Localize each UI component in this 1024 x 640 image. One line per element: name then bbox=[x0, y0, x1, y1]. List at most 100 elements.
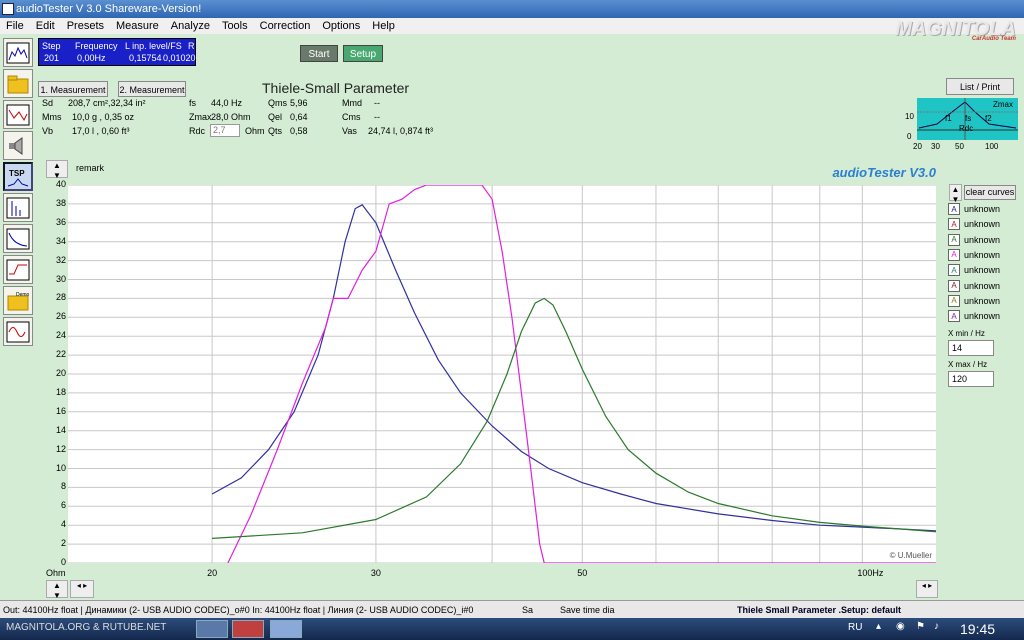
decay-curve-icon bbox=[6, 228, 30, 249]
curve-tool-button[interactable] bbox=[3, 224, 33, 253]
status-setup: Thiele Small Parameter .Setup: default bbox=[737, 605, 902, 615]
menu-help[interactable]: Help bbox=[366, 18, 401, 34]
mini-f1-label: f1 bbox=[945, 114, 952, 123]
spin-updown[interactable]: ▲ ▼ bbox=[46, 160, 68, 180]
vb-value: 17,0 l , 0,60 ft³ bbox=[72, 126, 130, 136]
menu-analyze[interactable]: Analyze bbox=[165, 18, 216, 34]
legend-item[interactable]: Aunknown bbox=[948, 310, 1001, 323]
taskbar-app-2[interactable] bbox=[232, 620, 264, 638]
list-print-button[interactable]: List / Print bbox=[946, 78, 1014, 95]
x-scroll-left-right[interactable]: ◂ ▸ bbox=[70, 580, 94, 598]
speaker-tool-button[interactable] bbox=[3, 131, 33, 160]
taskbar-app-audiotester[interactable] bbox=[270, 620, 302, 638]
menu-edit[interactable]: Edit bbox=[30, 18, 61, 34]
app-chart-title: audioTester V3.0 bbox=[832, 165, 936, 180]
taskbar: MAGNITOLA.ORG & RUTUBE.NET RU ▴ ◉ ⚑ ♪ 19… bbox=[0, 618, 1024, 640]
status-bar: Out: 44100Hz float | Динамики (2- USB AU… bbox=[0, 600, 1024, 618]
xmax-label: X max / Hz bbox=[948, 360, 988, 369]
y-tick-label: 6 bbox=[60, 500, 66, 511]
measurement-2-button[interactable]: 2. Measurement bbox=[118, 81, 186, 97]
legend-item[interactable]: Aunknown bbox=[948, 294, 1001, 307]
rdc-label: Rdc bbox=[189, 126, 206, 136]
legend-label: unknown bbox=[964, 219, 1001, 230]
legend-label: unknown bbox=[964, 311, 1001, 322]
menu-measure[interactable]: Measure bbox=[110, 18, 165, 34]
sine-tool-button[interactable] bbox=[3, 317, 33, 346]
tray-flag-icon[interactable]: ⚑ bbox=[916, 621, 925, 632]
impedance-chart-svg bbox=[68, 184, 937, 564]
y-tick-label: 18 bbox=[55, 386, 66, 397]
mini-graph-plot: Zmax f1 fs f2 Rdc bbox=[917, 98, 1018, 140]
mini-y0: 0 bbox=[907, 132, 912, 141]
y-tick-label: 38 bbox=[55, 197, 66, 208]
response-tool-button[interactable] bbox=[3, 100, 33, 129]
xmin-input[interactable]: 14 bbox=[948, 340, 994, 356]
y-tick-label: 22 bbox=[55, 349, 66, 360]
cms-value: -- bbox=[374, 112, 380, 122]
spectrum-icon bbox=[6, 42, 30, 63]
legend-item[interactable]: Aunknown bbox=[948, 248, 1000, 261]
menu-tools[interactable]: Tools bbox=[216, 18, 254, 34]
measurement-1-button[interactable]: 1. Measurement bbox=[38, 81, 108, 97]
menu-file[interactable]: File bbox=[0, 18, 30, 34]
curve-color-swatch[interactable]: A bbox=[948, 218, 960, 231]
x-tick-label: 20 bbox=[207, 568, 218, 578]
demo-tool-button[interactable]: Demo bbox=[3, 286, 33, 315]
tsp-tool-button[interactable]: TSP bbox=[3, 162, 33, 191]
legend-item[interactable]: Aunknown bbox=[948, 279, 1000, 292]
window-title: audioTester V 3.0 Shareware-Version! bbox=[16, 3, 202, 15]
filter-tool-button[interactable] bbox=[3, 255, 33, 284]
curves-spin[interactable]: ▲ ▼ bbox=[949, 184, 962, 204]
menu-correction[interactable]: Correction bbox=[254, 18, 317, 34]
fs-value: 44,0 Hz bbox=[211, 98, 243, 108]
level-value: 0,15754 bbox=[129, 53, 162, 63]
tray-arrow-icon[interactable]: ▴ bbox=[876, 621, 881, 632]
impedance-mini-graph: Zmax f1 fs f2 Rdc 10 0 20 30 50 100 bbox=[905, 98, 1018, 154]
sine-wave-icon bbox=[6, 321, 30, 342]
legend-item[interactable]: Aunknown bbox=[948, 233, 1001, 246]
zmax-value: 28,0 Ohm bbox=[211, 112, 251, 122]
curve-color-swatch[interactable]: A bbox=[948, 310, 960, 323]
xmax-input[interactable]: 120 bbox=[948, 371, 994, 387]
legend-item[interactable]: Aunknown bbox=[948, 218, 1001, 231]
tsp-icon: TSP bbox=[7, 169, 29, 186]
language-indicator[interactable]: RU bbox=[848, 622, 862, 633]
tray-network-icon[interactable]: ◉ bbox=[896, 621, 905, 632]
rdc-input[interactable]: 2,7 bbox=[210, 124, 240, 137]
impulse-tool-button[interactable] bbox=[3, 193, 33, 222]
curve-color-swatch[interactable]: A bbox=[948, 264, 960, 277]
legend-label: unknown bbox=[964, 234, 1001, 245]
curve-color-swatch[interactable]: A bbox=[948, 203, 960, 215]
taskbar-app-1[interactable] bbox=[196, 620, 228, 638]
title-bar: audioTester V 3.0 Shareware-Version! bbox=[0, 0, 1024, 18]
tsp-title: Thiele-Small Parameter bbox=[262, 80, 410, 96]
clock[interactable]: 19:45 bbox=[960, 621, 995, 637]
y-tick-label: 20 bbox=[55, 368, 66, 378]
y-tick-label: 26 bbox=[55, 311, 66, 322]
menu-options[interactable]: Options bbox=[316, 18, 366, 34]
vb-label: Vb bbox=[42, 126, 54, 136]
curve-color-swatch[interactable]: A bbox=[948, 248, 960, 261]
setup-button[interactable]: Setup bbox=[343, 45, 383, 62]
curve-color-swatch[interactable]: A bbox=[948, 233, 960, 246]
tray-volume-icon[interactable]: ♪ bbox=[934, 621, 939, 632]
legend-item[interactable]: Aunknown bbox=[948, 264, 1000, 277]
start-button[interactable]: Start bbox=[300, 45, 338, 62]
spectrum-tool-button[interactable] bbox=[3, 38, 33, 67]
clear-curves-button[interactable]: clear curves bbox=[964, 185, 1016, 200]
app-icon bbox=[2, 3, 14, 15]
legend-item[interactable]: Aunknown bbox=[948, 203, 1000, 215]
legend-label: unknown bbox=[964, 295, 1001, 306]
x-scroll-right-arrows[interactable]: ◂ ▸ bbox=[916, 580, 938, 598]
y-tick-label: 28 bbox=[55, 292, 66, 303]
folder-icon bbox=[7, 75, 29, 93]
curve-color-swatch[interactable]: A bbox=[948, 279, 960, 292]
qts-label: Qts bbox=[268, 126, 283, 136]
menu-presets[interactable]: Presets bbox=[61, 18, 110, 34]
series-line-1 bbox=[211, 204, 937, 532]
folder-tool-button[interactable] bbox=[3, 69, 33, 98]
curve-color-swatch[interactable]: A bbox=[948, 294, 960, 307]
y-scroll-updown[interactable]: ▲ ▼ bbox=[46, 580, 68, 600]
r-value: 0,01020 bbox=[163, 53, 196, 63]
y-tick-label: 0 bbox=[60, 557, 66, 567]
